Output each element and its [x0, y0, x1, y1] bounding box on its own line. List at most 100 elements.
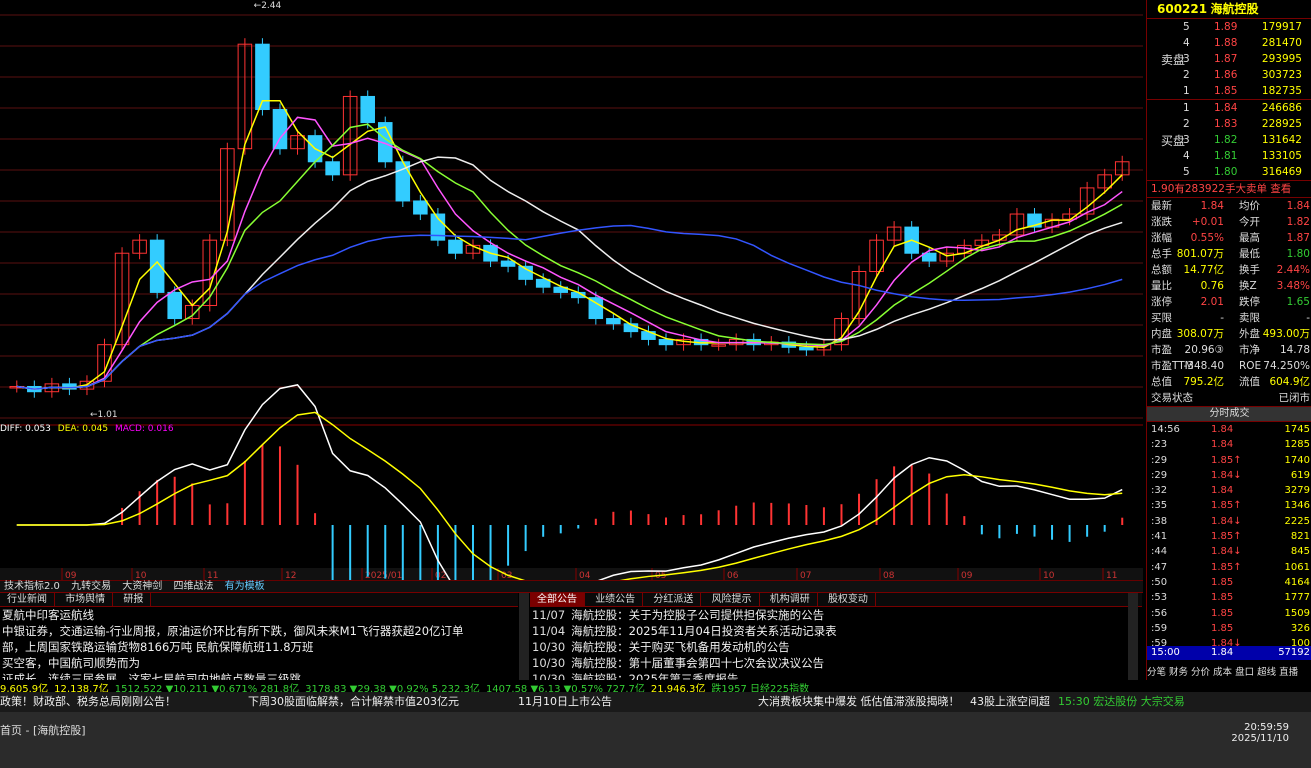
quote-value: 493.00万 — [1262, 328, 1310, 340]
candle-body — [606, 318, 621, 325]
quote-row: 内盘 308.07万 外盘 493.00万 — [1147, 326, 1311, 342]
tick-price: 1.85 — [1211, 607, 1234, 619]
index-ticker-item[interactable]: 3178.83 ▼29.38 ▼0.92% 5,232.3亿 — [305, 684, 480, 692]
tick-price: 1.84 — [1211, 424, 1234, 435]
quote-tab[interactable]: 财务 — [1169, 667, 1188, 678]
sell-row[interactable]: 5 1.89 179917 — [1147, 19, 1311, 35]
marquee-item[interactable]: 11月10日上市公告 — [518, 692, 612, 712]
index-ticker-item[interactable]: 跌1957 日经225指数 — [711, 684, 809, 692]
quote-tab[interactable]: 直播 — [1279, 667, 1298, 678]
news-line[interactable]: 夏航中印客运航线 — [0, 607, 518, 623]
buy-row[interactable]: 3 1.82 131642 — [1147, 132, 1311, 148]
tick-time: :32 — [1151, 485, 1168, 497]
tick-price: 1.84 — [1211, 439, 1234, 451]
tick-row: :29 1.85↑ 1740 — [1147, 453, 1311, 468]
quote-row: 总值 795.2亿 流值 604.9亿 — [1147, 374, 1311, 390]
tick-time: :53 — [1151, 592, 1168, 604]
announcement-item[interactable]: 11/07 海航控股：关于为控股子公司提供担保实施的公告 — [530, 607, 1142, 623]
candle-body — [360, 95, 375, 124]
quote-tab[interactable]: 分笔 — [1147, 667, 1166, 678]
index-ticker-item[interactable]: 9,605.9亿 — [0, 684, 48, 692]
quote-row: 市盈 20.96③ 市净 14.78 — [1147, 342, 1311, 358]
quote-value: 14.78 — [1279, 344, 1310, 356]
quote-row: 涨幅 0.55% 最高 1.87 — [1147, 230, 1311, 246]
tab-research[interactable]: 研报 — [116, 593, 152, 606]
big-order-banner[interactable]: 1.90有283922手大卖单 查看 — [1147, 181, 1311, 198]
announcement-item[interactable]: 10/30 海航控股：关于购买飞机备用发动机的公告 — [530, 639, 1142, 655]
tick-row: :32 1.84 3279 — [1147, 483, 1311, 498]
buy-row[interactable]: 4 1.81 133105 — [1147, 148, 1311, 164]
candle-body — [413, 200, 428, 215]
tab-market-sentiment[interactable]: 市场舆情 — [58, 593, 114, 606]
tick-time: :50 — [1151, 576, 1168, 588]
news-line[interactable]: 买空客，中国航司顺势而为 — [0, 655, 518, 671]
news-scrollbar[interactable] — [519, 593, 529, 681]
buy-book: 买盘 1 1.84 246686 2 1.83 228925 3 1.82 131642 4 1.8… — [1147, 100, 1311, 181]
level: 3 — [1183, 134, 1190, 146]
tab-risk[interactable]: 风险提示 — [705, 593, 760, 606]
marquee-item[interactable]: 15:30 宏达股份 大宗交易 — [1058, 692, 1185, 712]
quote-row: 量比 0.76 换Z 3.48% — [1147, 278, 1311, 294]
index-ticker-item[interactable]: 12,138.7亿 — [54, 684, 109, 692]
volume: 182735 — [1261, 85, 1302, 97]
quote-key: 交易状态 — [1151, 392, 1193, 404]
announcement-item[interactable]: 10/30 海航控股：第十届董事会第四十七次会议决议公告 — [530, 655, 1142, 671]
quote-key: 卖限 — [1239, 312, 1260, 324]
system-clock[interactable]: 20:59:59 2025/11/10 — [1231, 722, 1289, 744]
buy-row[interactable]: 2 1.83 228925 — [1147, 116, 1311, 132]
announcement-scrollbar[interactable] — [1128, 593, 1138, 681]
buy-row[interactable]: 1 1.84 246686 — [1147, 100, 1311, 116]
index-ticker: 9,605.9亿 12,138.7亿 1512.522 ▼10.211 ▼0.671… — [0, 680, 1311, 692]
tick-list: 14:56 1.84 1745:23 1.84 1285:29 1.85↑ 1740:29 1… — [1147, 422, 1311, 651]
tick-row: :53 1.85 1777 — [1147, 590, 1311, 605]
stock-header: 600221 海航控股 — [1147, 0, 1311, 19]
announcement-item[interactable]: 11/04 海航控股：2025年11月04日投资者关系活动记录表 — [530, 623, 1142, 639]
quote-value: 1.84 — [1200, 200, 1224, 212]
sell-row[interactable]: 1 1.85 182735 — [1147, 83, 1311, 99]
news-line[interactable]: 部，上周国家铁路运输货物8166万吨 民航保障航班11.8万班 — [0, 639, 518, 655]
tick-volume: 1061 — [1284, 561, 1310, 573]
tab-industry-news[interactable]: 行业新闻 — [0, 593, 55, 606]
marquee-item[interactable]: 大消费板块集中爆发 低估值滞涨股揭晓！ — [758, 692, 960, 712]
stock-code: 600221 — [1157, 2, 1208, 16]
quote-value: 0.55% — [1190, 232, 1224, 244]
tab-institution[interactable]: 机构调研 — [763, 593, 818, 606]
taskbar-window-title[interactable]: 首页 - [海航控股] — [0, 722, 86, 738]
news-line[interactable]: 中银证券，交通运输-行业周报，原油运价环比有所下跌，御风未来M1飞行器获超20亿… — [0, 623, 518, 639]
news-marquee[interactable]: 政策！财政部、税务总局刚刚公告！ 下周30股面临解禁，合计解禁市值203亿元 1… — [0, 692, 1311, 712]
sell-row[interactable]: 4 1.88 281470 — [1147, 35, 1311, 51]
marquee-item[interactable]: 政策！财政部、税务总局刚刚公告！ — [0, 692, 176, 712]
quote-key: 今开 — [1239, 216, 1260, 228]
tab-dividends[interactable]: 分红派送 — [646, 593, 702, 606]
tab-earnings[interactable]: 业绩公告 — [588, 593, 644, 606]
marquee-item[interactable]: 下周30股面临解禁，合计解禁市值203亿元 — [248, 692, 459, 712]
tab-all-announcements[interactable]: 全部公告 — [530, 593, 585, 606]
marquee-item[interactable]: 43股上涨空间超 — [970, 692, 1050, 712]
tick-volume: 3279 — [1284, 485, 1310, 497]
sell-row[interactable]: 3 1.87 293995 — [1147, 51, 1311, 67]
kline-chart[interactable]: 09 10 11 12 2025/01 02 03 04 05 06 07 08 09 10 11 ←2.44… — [0, 0, 1143, 580]
quote-value: 795.2亿 — [1183, 376, 1224, 388]
tick-time: :44 — [1151, 546, 1168, 558]
index-ticker-item[interactable]: 1407.58 ▼6.13 ▼0.57% 727.7亿 — [486, 684, 645, 692]
index-ticker-item[interactable]: 1512.522 ▼10.211 ▼0.671% 281.8亿 — [115, 684, 299, 692]
quote-key: 涨幅 — [1151, 232, 1172, 244]
buy-row[interactable]: 5 1.80 316469 — [1147, 164, 1311, 180]
sell-row[interactable]: 2 1.86 303723 — [1147, 67, 1311, 83]
x-tick-label: 10 — [135, 571, 147, 580]
index-ticker-item[interactable]: 21,946.3亿 — [651, 684, 706, 692]
quote-tab[interactable]: 超线 — [1257, 667, 1276, 678]
quote-key: 外盘 — [1239, 328, 1260, 340]
quote-row: 买限 - 卖限 - — [1147, 310, 1311, 326]
tick-volume: 1509 — [1284, 607, 1310, 619]
quote-tab[interactable]: 成本 — [1213, 667, 1232, 678]
quote-tab[interactable]: 盘口 — [1235, 667, 1254, 678]
volume: 228925 — [1261, 118, 1302, 130]
tab-equity[interactable]: 股权变动 — [821, 593, 876, 606]
quote-key: 换Z — [1239, 280, 1257, 292]
tick-row: :41 1.85↑ 821 — [1147, 529, 1311, 544]
quote-tab[interactable]: 分价 — [1191, 667, 1210, 678]
candle-body — [167, 291, 182, 320]
candle-body — [448, 239, 463, 254]
quote-value: 2.01 — [1200, 296, 1224, 308]
